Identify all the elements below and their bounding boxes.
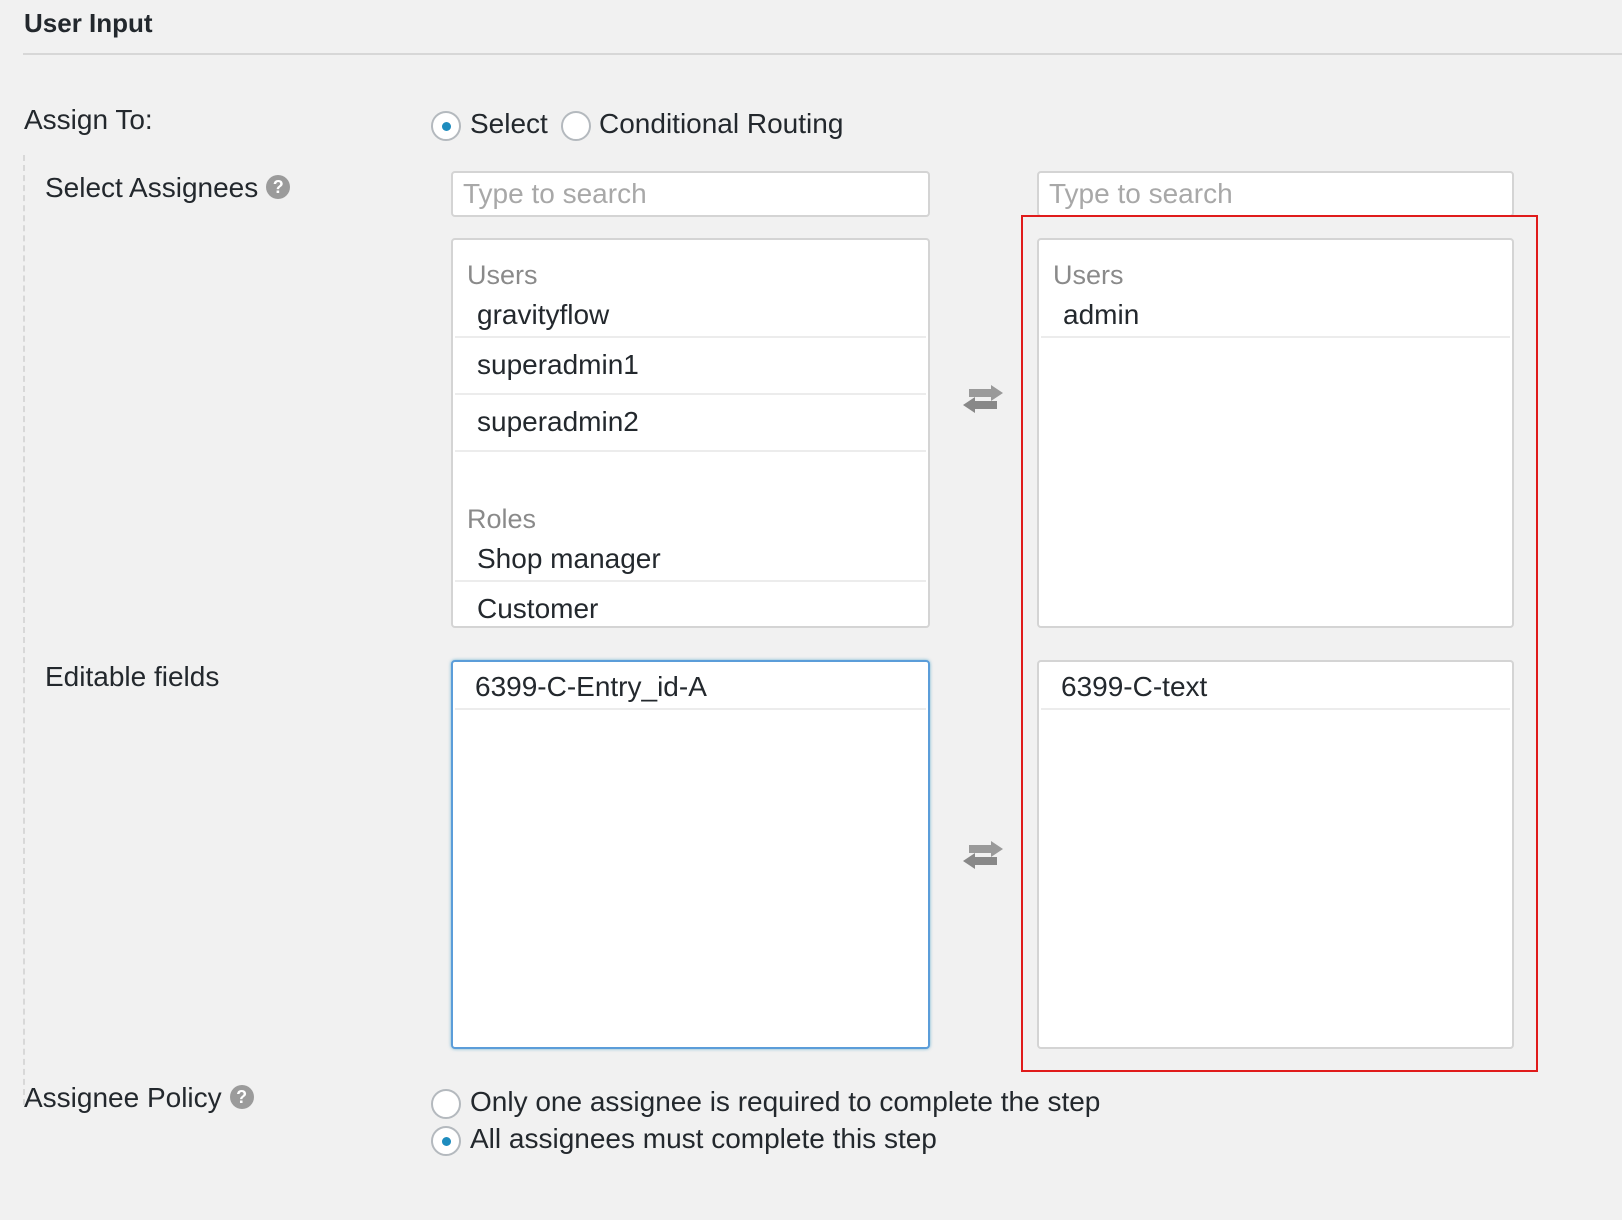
- assign-to-select-radio[interactable]: [431, 111, 461, 141]
- selected-assignees-search-input[interactable]: [1037, 171, 1514, 217]
- assign-to-label: Assign To:: [24, 104, 153, 135]
- list-item[interactable]: 6399-C-Entry_id-A: [455, 662, 926, 710]
- swap-arrows-icon[interactable]: [961, 841, 1005, 871]
- list-item[interactable]: Shop manager: [455, 542, 926, 582]
- select-assignees-text: Select Assignees: [45, 172, 259, 203]
- available-assignees-list[interactable]: Users gravityflow superadmin1 superadmin…: [451, 238, 930, 628]
- list-item[interactable]: Customer: [455, 582, 926, 626]
- title-divider: [23, 53, 1622, 55]
- list-item[interactable]: gravityflow: [455, 298, 926, 338]
- list-item[interactable]: superadmin1: [455, 338, 926, 395]
- highlight-box: [1021, 215, 1538, 1072]
- assign-to-select-label[interactable]: Select: [470, 108, 548, 140]
- assign-to-conditional-routing-label[interactable]: Conditional Routing: [599, 108, 843, 140]
- assignee-policy-text: Assignee Policy: [24, 1082, 222, 1113]
- question-circle-icon[interactable]: ?: [266, 174, 291, 199]
- list-item[interactable]: superadmin2: [455, 395, 926, 452]
- policy-one-assignee-radio[interactable]: [431, 1089, 461, 1119]
- assignee-policy-label: Assignee Policy?: [24, 1082, 254, 1114]
- available-fields-list[interactable]: 6399-C-Entry_id-A: [451, 660, 930, 1049]
- list-group-header: Roles: [467, 504, 537, 534]
- list-group-header: Users: [467, 260, 538, 290]
- swap-arrows-icon[interactable]: [961, 385, 1005, 415]
- section-title: User Input: [24, 8, 153, 38]
- settings-group-guide: [23, 155, 25, 1105]
- policy-all-assignees-label[interactable]: All assignees must complete this step: [470, 1123, 937, 1155]
- assign-to-conditional-routing-radio[interactable]: [561, 111, 591, 141]
- available-assignees-search-input[interactable]: [451, 171, 930, 217]
- policy-all-assignees-radio[interactable]: [431, 1126, 461, 1156]
- question-circle-icon[interactable]: ?: [229, 1084, 254, 1109]
- editable-fields-label: Editable fields: [45, 661, 220, 692]
- select-assignees-label: Select Assignees?: [45, 172, 291, 204]
- policy-one-assignee-label[interactable]: Only one assignee is required to complet…: [470, 1086, 1100, 1118]
